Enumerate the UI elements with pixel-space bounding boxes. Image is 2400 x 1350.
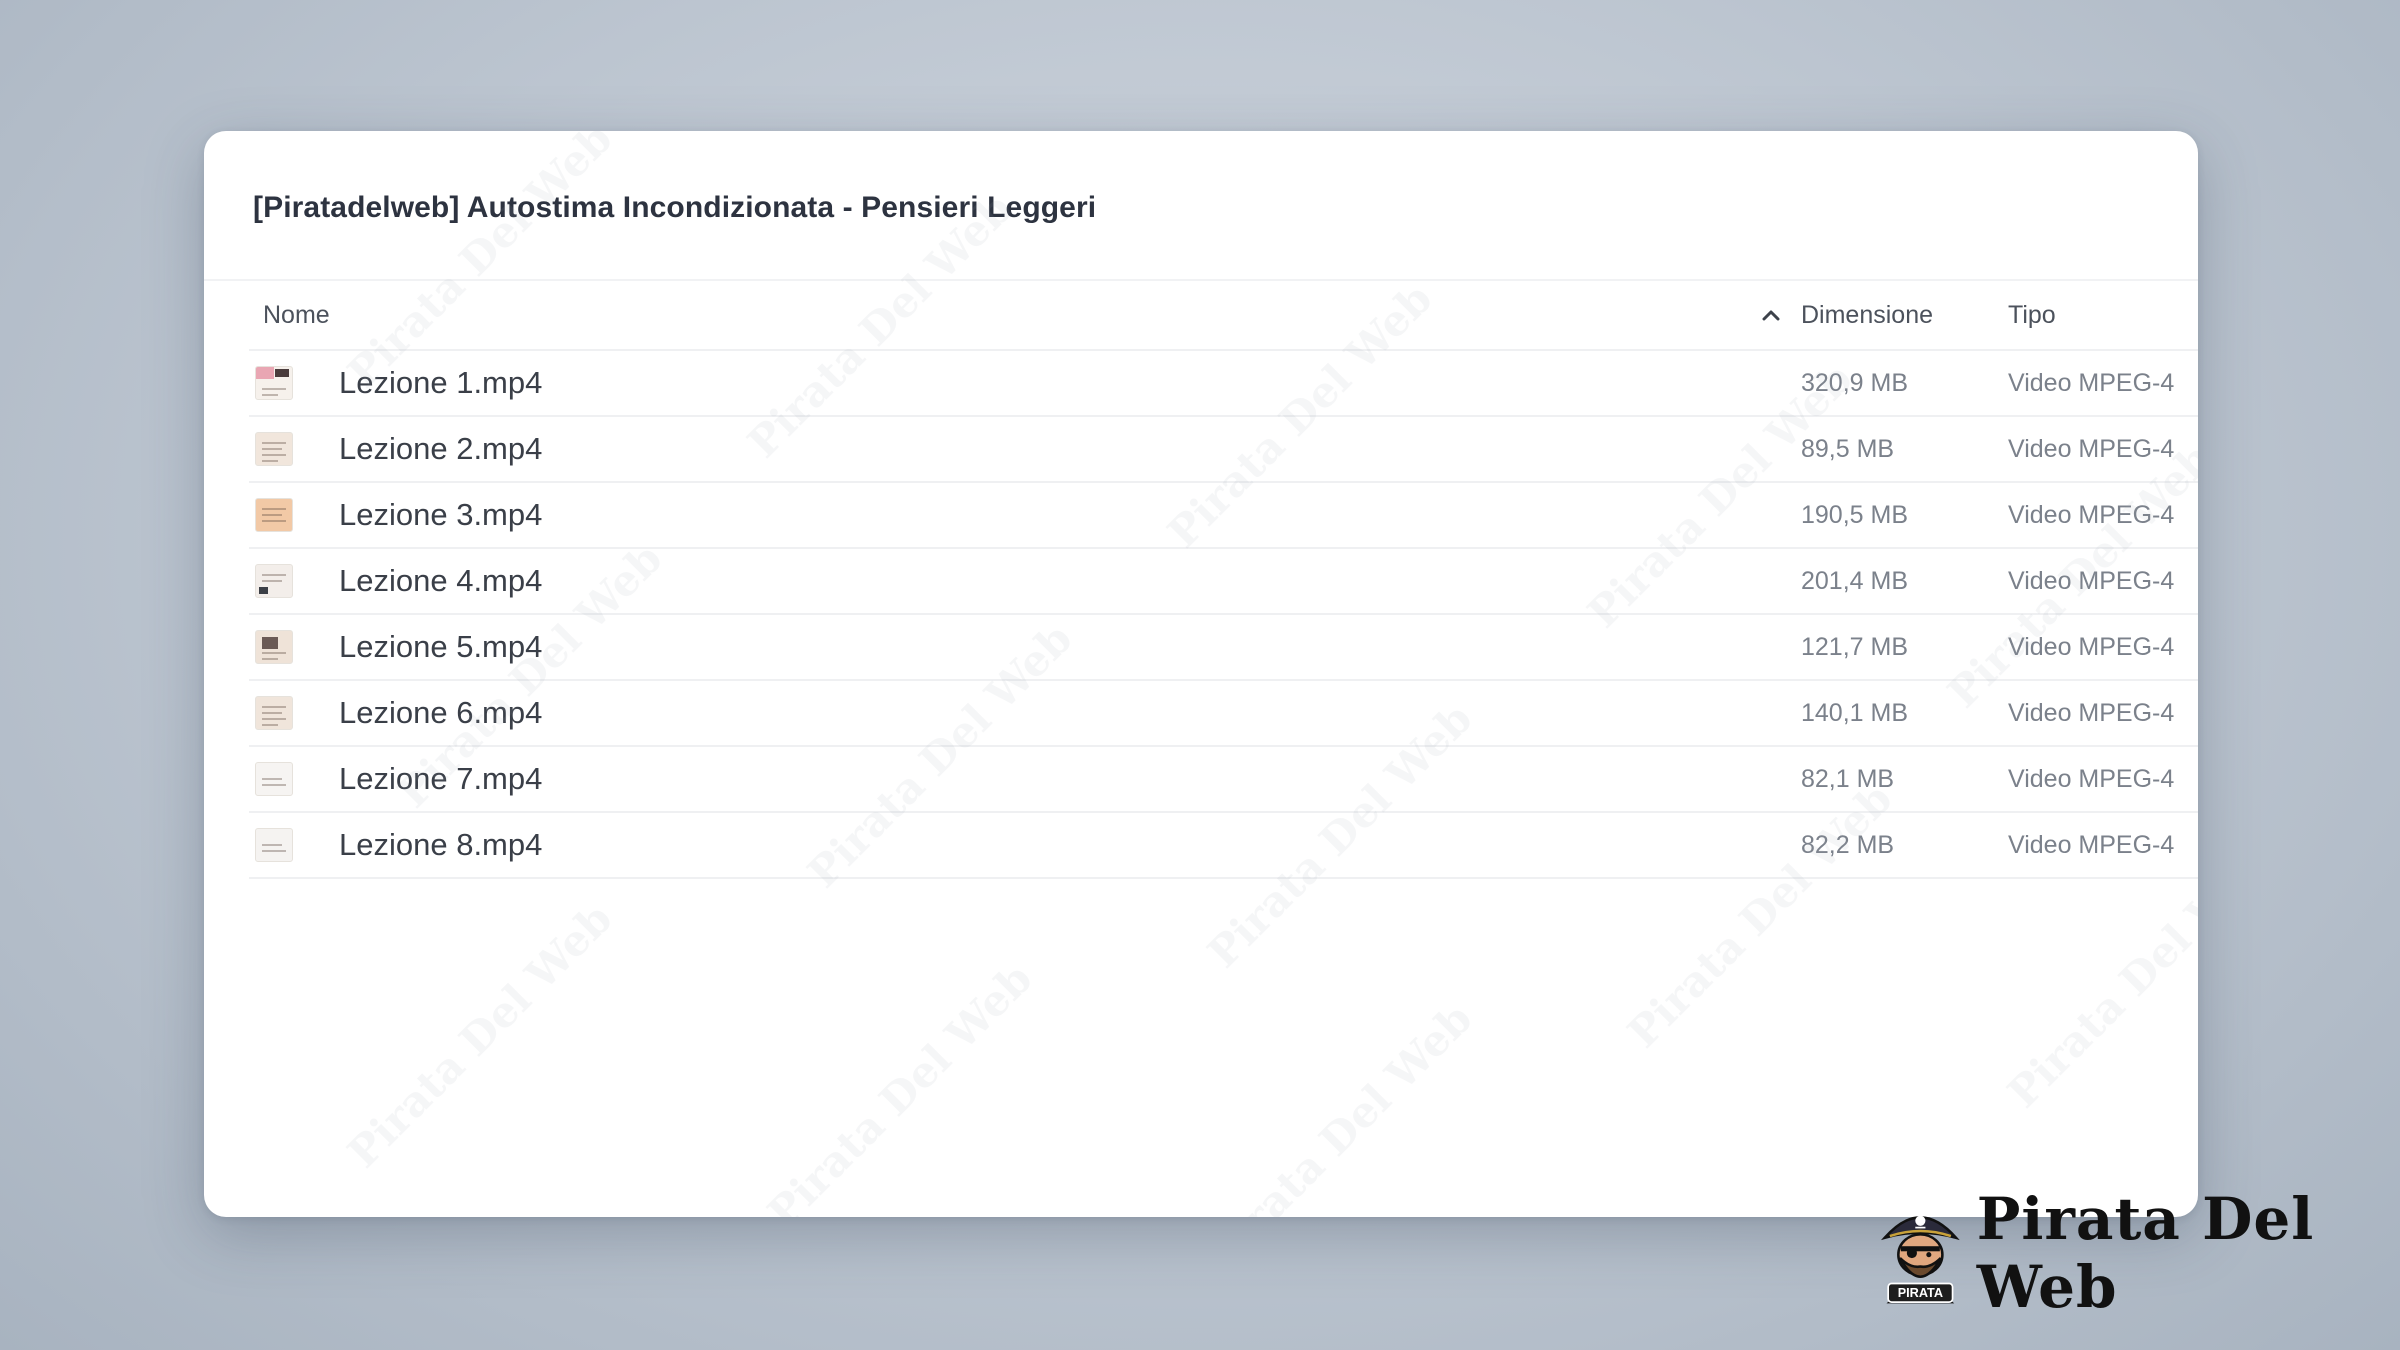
column-header-size[interactable]: Dimensione [1801,301,2008,330]
file-name: Lezione 1.mp4 [339,365,543,400]
column-header-name[interactable]: Nome [249,301,1741,330]
brand-name: Pirata Del Web [1976,1185,2315,1321]
file-size: 320,9 MB [1801,368,1909,397]
watermark-text: Pirata Del Web [1198,993,1482,1217]
file-name: Lezione 7.mp4 [339,761,543,796]
video-thumbnail-icon [255,630,293,664]
file-size: 190,5 MB [1801,500,1909,529]
chevron-up-icon [1762,310,1780,321]
video-thumbnail-icon [255,762,293,796]
table-row[interactable]: Lezione 7.mp4 82,1 MB Video MPEG-4 [249,747,2198,813]
table-header: Nome Dimensione Tipo [249,281,2198,351]
file-size: 89,5 MB [1801,434,1895,463]
file-size: 201,4 MB [1801,566,1909,595]
file-size: 82,2 MB [1801,830,1895,859]
video-thumbnail-icon [255,432,293,466]
file-type: Video MPEG-4 [2008,500,2175,529]
file-name: Lezione 5.mp4 [339,629,543,664]
file-type: Video MPEG-4 [2008,698,2175,727]
file-name: Lezione 4.mp4 [339,563,543,598]
file-thumbnail [249,564,339,598]
file-type: Video MPEG-4 [2008,566,2175,595]
table-row[interactable]: Lezione 3.mp4 190,5 MB Video MPEG-4 [249,483,2198,549]
video-thumbnail-icon [255,498,293,532]
file-type: Video MPEG-4 [2008,368,2175,397]
video-thumbnail-icon [255,828,293,862]
file-thumbnail [249,828,339,862]
file-name: Lezione 8.mp4 [339,827,543,862]
sort-toggle[interactable] [1741,308,1801,322]
table-row[interactable]: Lezione 1.mp4 320,9 MB Video MPEG-4 [249,351,2198,417]
file-thumbnail [249,366,339,400]
table-row[interactable]: Lezione 8.mp4 82,2 MB Video MPEG-4 [249,813,2198,879]
watermark-text: Pirata Del Web [338,893,622,1178]
file-name: Lezione 2.mp4 [339,431,543,466]
window-title: [Piratadelweb] Autostima Incondizionata … [253,191,1097,224]
file-type: Video MPEG-4 [2008,434,2175,463]
brand-logo-label: PIRATA [1898,1286,1943,1300]
table-row[interactable]: Lezione 5.mp4 121,7 MB Video MPEG-4 [249,615,2198,681]
file-size: 140,1 MB [1801,698,1909,727]
video-thumbnail-icon [255,366,293,400]
file-name: Lezione 3.mp4 [339,497,543,532]
file-type: Video MPEG-4 [2008,830,2175,859]
file-type: Video MPEG-4 [2008,764,2175,793]
file-thumbnail [249,432,339,466]
file-size: 82,1 MB [1801,764,1895,793]
brand-logo: PIRATA Pirata Del Web [1878,1185,2400,1321]
file-size: 121,7 MB [1801,632,1909,661]
watermark-text: Pirata Del Web [758,953,1042,1217]
table-row[interactable]: Lezione 6.mp4 140,1 MB Video MPEG-4 [249,681,2198,747]
file-table: Nome Dimensione Tipo Lezione 1.mp4 320,9… [249,281,2198,879]
file-name: Lezione 6.mp4 [339,695,543,730]
table-row[interactable]: Lezione 2.mp4 89,5 MB Video MPEG-4 [249,417,2198,483]
video-thumbnail-icon [255,564,293,598]
video-thumbnail-icon [255,696,293,730]
table-row[interactable]: Lezione 4.mp4 201,4 MB Video MPEG-4 [249,549,2198,615]
file-thumbnail [249,498,339,532]
file-thumbnail [249,630,339,664]
file-thumbnail [249,762,339,796]
pirate-mascot-icon: PIRATA [1880,1215,1960,1304]
column-header-type[interactable]: Tipo [2008,301,2198,330]
file-type: Video MPEG-4 [2008,632,2175,661]
file-browser-window: [Piratadelweb] Autostima Incondizionata … [204,131,2198,1217]
file-thumbnail [249,696,339,730]
